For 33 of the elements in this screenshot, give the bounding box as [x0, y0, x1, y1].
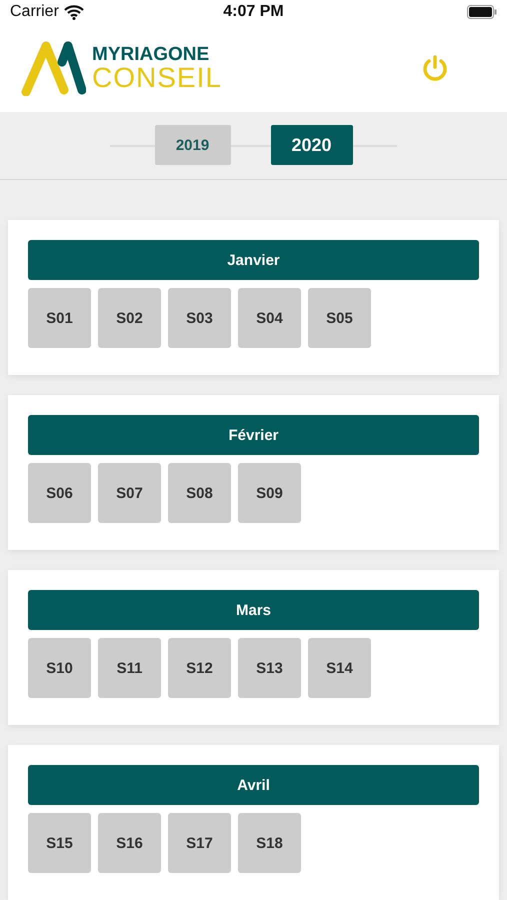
month-header[interactable]: Janvier — [28, 240, 479, 280]
week-button[interactable]: S15 — [28, 813, 91, 873]
week-button[interactable]: S04 — [238, 288, 301, 348]
clock-time: 4:07 PM — [223, 3, 284, 22]
week-button[interactable]: S13 — [238, 638, 301, 698]
month-header[interactable]: Avril — [28, 765, 479, 805]
year-tab[interactable]: 2019 — [154, 125, 230, 166]
week-button[interactable]: S12 — [168, 638, 231, 698]
logo-icon — [20, 40, 86, 96]
week-button[interactable]: S06 — [28, 463, 91, 523]
week-button[interactable]: S16 — [98, 813, 161, 873]
week-button[interactable]: S05 — [308, 288, 371, 348]
month-header[interactable]: Février — [28, 415, 479, 455]
week-button[interactable]: S03 — [168, 288, 231, 348]
week-button[interactable]: S02 — [98, 288, 161, 348]
month-header[interactable]: Mars — [28, 590, 479, 630]
week-button[interactable]: S18 — [238, 813, 301, 873]
week-button[interactable]: S11 — [98, 638, 161, 698]
power-icon — [421, 54, 449, 82]
wifi-icon — [64, 4, 84, 20]
week-button[interactable]: S14 — [308, 638, 371, 698]
carrier-text: Carrier — [10, 3, 59, 22]
battery-icon — [467, 5, 497, 20]
year-tab[interactable]: 2020 — [270, 125, 352, 166]
week-button[interactable]: S01 — [28, 288, 91, 348]
week-button[interactable]: S07 — [98, 463, 161, 523]
power-button[interactable] — [421, 54, 449, 82]
week-button[interactable]: S09 — [238, 463, 301, 523]
logo-subtitle: CONSEIL — [92, 64, 222, 92]
week-button[interactable]: S08 — [168, 463, 231, 523]
week-button[interactable]: S10 — [28, 638, 91, 698]
logo-title: MYRIAGONE — [92, 44, 210, 64]
week-button[interactable]: S17 — [168, 813, 231, 873]
